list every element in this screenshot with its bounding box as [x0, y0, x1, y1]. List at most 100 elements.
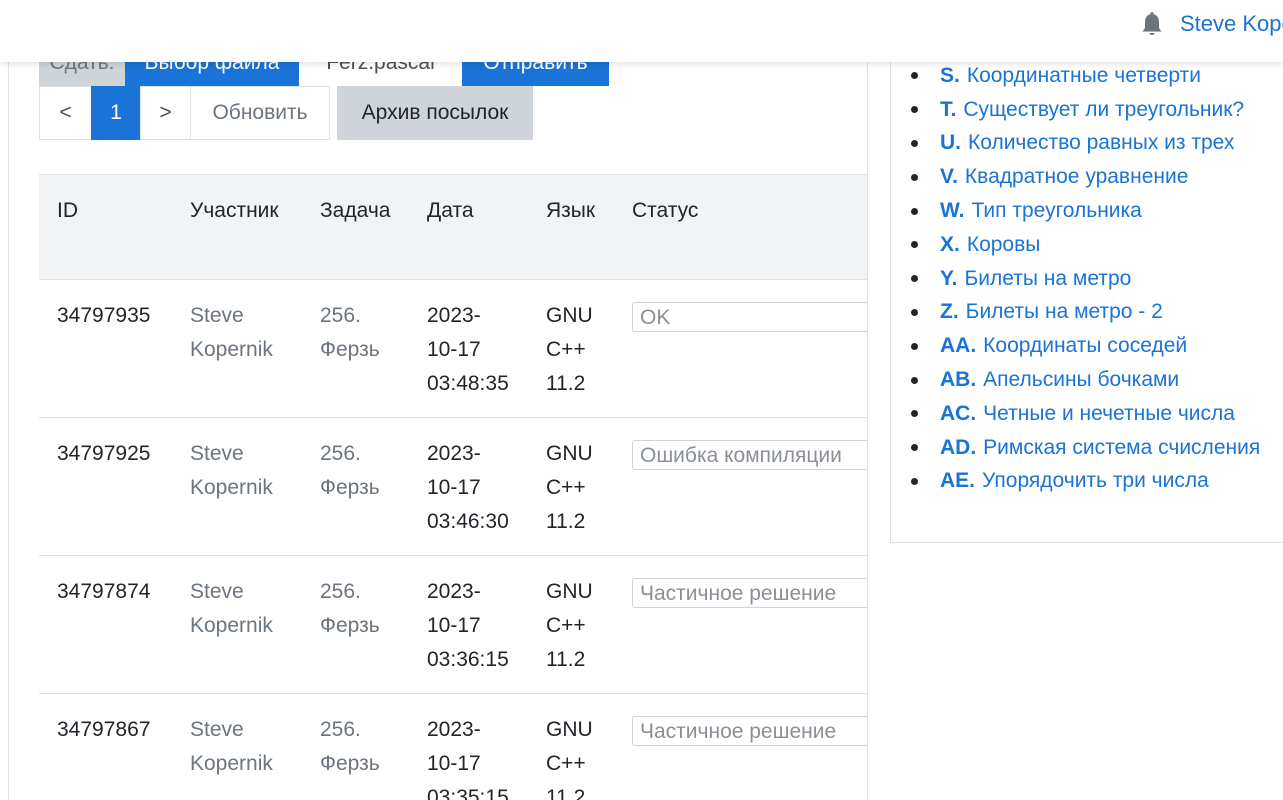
status-badge[interactable]: Частичное решение	[632, 578, 867, 608]
table-row[interactable]: 34797874 Steve Kopernik 256. Ферзь 2023- 10-17…	[39, 555, 867, 693]
problem-list-item[interactable]: W. Тип треугольника	[911, 194, 1260, 228]
problem-key[interactable]: S.	[940, 64, 960, 88]
problem-title[interactable]: Количество равных из трех	[968, 131, 1234, 155]
problem-list-item[interactable]: S. Координатные четверти	[911, 59, 1260, 93]
problem-key[interactable]: X.	[940, 233, 960, 257]
current-page-button[interactable]: 1	[91, 86, 141, 140]
problem-title[interactable]: Апельсины бочками	[983, 368, 1179, 392]
problem-title[interactable]: Билеты на метро	[965, 267, 1132, 291]
participant-name[interactable]: Steve Kopernik	[190, 575, 300, 643]
task-name[interactable]: 256. Ферзь	[320, 437, 410, 505]
submission-language: GNU C++ 11.2	[546, 442, 593, 533]
problem-key[interactable]: Z.	[940, 300, 959, 324]
bullet-icon	[911, 308, 918, 316]
status-badge[interactable]: OK	[632, 302, 867, 332]
problem-key[interactable]: AD.	[940, 436, 976, 460]
bullet-icon	[911, 241, 918, 249]
problem-key[interactable]: W.	[940, 199, 965, 223]
problem-title[interactable]: Координатные четверти	[967, 64, 1201, 88]
problem-list-item[interactable]: AE. Упорядочить три числа	[911, 465, 1260, 499]
status-badge[interactable]: Ошибка компиляции	[632, 440, 867, 470]
header-date[interactable]: Дата	[427, 199, 474, 223]
submission-date: 2023- 10-17 03:46:30	[427, 442, 509, 533]
submission-language: GNU C++ 11.2	[546, 304, 593, 395]
refresh-button[interactable]: Обновить	[190, 86, 330, 140]
problem-title[interactable]: Координаты соседей	[983, 334, 1187, 358]
problem-key[interactable]: Y.	[940, 267, 958, 291]
bullet-icon	[911, 342, 918, 350]
participant-name[interactable]: Steve Kopernik	[190, 437, 300, 505]
submission-date: 2023- 10-17 03:36:15	[427, 580, 509, 671]
prev-page-button[interactable]: <	[39, 86, 92, 140]
submission-id[interactable]: 34797867	[57, 713, 150, 747]
problem-key[interactable]: T.	[940, 98, 956, 122]
bullet-icon	[911, 410, 918, 418]
problem-list-item[interactable]: T. Существует ли треугольник?	[911, 93, 1260, 127]
header-status[interactable]: Статус	[632, 199, 698, 223]
problem-key[interactable]: U.	[940, 131, 961, 155]
pagination: < 1 > Обновить Архив посылок	[39, 86, 533, 140]
problem-list-item[interactable]: AB. Апельсины бочками	[911, 363, 1260, 397]
problem-title[interactable]: Квадратное уравнение	[965, 165, 1188, 189]
header-id: ID	[57, 199, 78, 222]
problem-list-item[interactable]: V. Квадратное уравнение	[911, 160, 1260, 194]
top-navbar: Steve Kopernik	[0, 0, 1283, 62]
bullet-icon	[911, 477, 918, 485]
archive-button[interactable]: Архив посылок	[337, 86, 533, 140]
bell-icon[interactable]	[1140, 12, 1164, 38]
problem-list-item[interactable]: AD. Римская система счисления	[911, 431, 1260, 465]
problem-list-item[interactable]: X. Коровы	[911, 228, 1260, 262]
problem-list-item[interactable]: Y. Билеты на метро	[911, 262, 1260, 296]
problem-list-item[interactable]: Z. Билеты на метро - 2	[911, 296, 1260, 330]
next-page-button[interactable]: >	[140, 86, 191, 140]
problem-key[interactable]: V.	[940, 165, 958, 189]
bullet-icon	[911, 207, 918, 215]
bullet-icon	[911, 444, 918, 452]
task-name[interactable]: 256. Ферзь	[320, 713, 410, 781]
header-task[interactable]: Задача	[320, 199, 390, 223]
problem-key[interactable]: AA.	[940, 334, 976, 358]
problem-title[interactable]: Коровы	[967, 233, 1041, 257]
submission-id[interactable]: 34797925	[57, 437, 150, 471]
submission-date: 2023- 10-17 03:35:15	[427, 718, 509, 800]
problem-list-item[interactable]: AC. Четные и нечетные числа	[911, 397, 1260, 431]
problem-list-panel: S. Координатные четверти T. Существует ли т…	[890, 40, 1283, 543]
table-header: ID Участник Задача Дата Язык Статус	[39, 174, 867, 279]
task-name[interactable]: 256. Ферзь	[320, 299, 410, 367]
status-badge[interactable]: Частичное решение	[632, 716, 867, 746]
bullet-icon	[911, 139, 918, 147]
problem-list: S. Координатные четверти T. Существует ли т…	[911, 59, 1260, 498]
submission-date: 2023- 10-17 03:48:35	[427, 304, 509, 395]
participant-name[interactable]: Steve Kopernik	[190, 713, 300, 781]
problem-list-item[interactable]: AA. Координаты соседей	[911, 329, 1260, 363]
problem-title[interactable]: Тип треугольника	[972, 199, 1142, 223]
submissions-panel: Сдать: Выбор файла Ferz.pascal Отправить…	[8, 0, 868, 800]
problem-key[interactable]: AB.	[940, 368, 976, 392]
submission-language: GNU C++ 11.2	[546, 718, 593, 800]
bullet-icon	[911, 376, 918, 384]
task-name[interactable]: 256. Ферзь	[320, 575, 410, 643]
problem-title[interactable]: Римская система счисления	[983, 436, 1260, 460]
problem-title[interactable]: Билеты на метро - 2	[966, 300, 1163, 324]
header-language[interactable]: Язык	[546, 199, 595, 223]
problem-list-item[interactable]: U. Количество равных из трех	[911, 127, 1260, 161]
bullet-icon	[911, 173, 918, 181]
bullet-icon	[911, 72, 918, 80]
table-row[interactable]: 34797867 Steve Kopernik 256. Ферзь 2023- 10-17…	[39, 693, 867, 800]
problem-key[interactable]: AC.	[940, 402, 976, 426]
participant-name[interactable]: Steve Kopernik	[190, 299, 300, 367]
submission-id[interactable]: 34797874	[57, 575, 150, 609]
problem-title[interactable]: Четные и нечетные числа	[983, 402, 1235, 426]
user-name-link[interactable]: Steve Kopernik	[1180, 11, 1283, 37]
problem-title[interactable]: Упорядочить три числа	[982, 469, 1209, 493]
bullet-icon	[911, 106, 918, 114]
submissions-table: ID Участник Задача Дата Язык Статус 3479…	[39, 174, 867, 800]
problem-key[interactable]: AE.	[940, 469, 975, 493]
table-row[interactable]: 34797935 Steve Kopernik 256. Ферзь 2023- 10-17…	[39, 279, 867, 417]
submission-language: GNU C++ 11.2	[546, 580, 593, 671]
bullet-icon	[911, 275, 918, 283]
table-row[interactable]: 34797925 Steve Kopernik 256. Ферзь 2023- 10-17…	[39, 417, 867, 555]
header-participant[interactable]: Участник	[190, 199, 279, 223]
submission-id[interactable]: 34797935	[57, 299, 150, 333]
problem-title[interactable]: Существует ли треугольник?	[963, 98, 1244, 122]
